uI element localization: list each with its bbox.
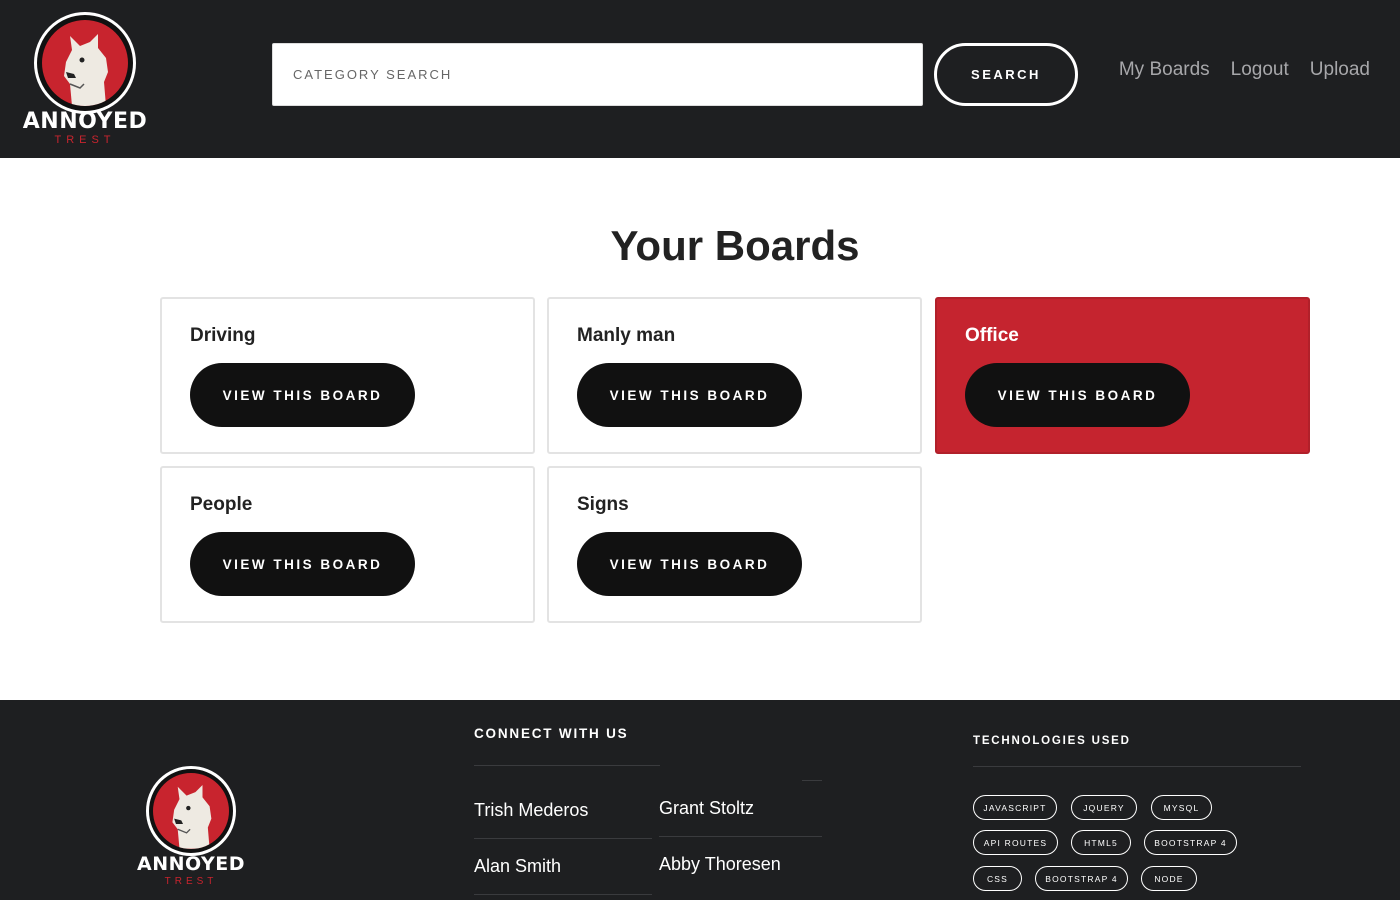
divider — [659, 836, 822, 837]
view-board-button[interactable]: VIEW THIS BOARD — [190, 532, 415, 596]
divider — [973, 766, 1301, 767]
nav-upload[interactable]: Upload — [1310, 59, 1370, 81]
logo-subtext: TREST — [164, 876, 218, 887]
view-board-button[interactable]: VIEW THIS BOARD — [190, 363, 415, 427]
tech-tag: JQUERY — [1071, 795, 1137, 820]
board-title: People — [190, 494, 253, 515]
nav-my-boards[interactable]: My Boards — [1119, 59, 1210, 81]
contact-link[interactable]: Alan Smith — [474, 856, 561, 877]
contact-link[interactable]: Grant Stoltz — [659, 798, 754, 819]
board-card: People VIEW THIS BOARD — [160, 466, 535, 623]
tech-tag: NODE — [1141, 866, 1197, 891]
board-card: Signs VIEW THIS BOARD — [547, 466, 922, 623]
board-title: Office — [965, 325, 1019, 346]
tech-tag: BOOTSTRAP 4 — [1144, 830, 1237, 855]
top-nav: My Boards Logout Upload — [1119, 59, 1370, 81]
site-footer: ANNOYED TREST CONNECT WITH US Trish Mede… — [0, 700, 1400, 900]
tech-tag: API ROUTES — [973, 830, 1058, 855]
contact-link[interactable]: Trish Mederos — [474, 800, 588, 821]
board-title: Signs — [577, 494, 629, 515]
logo-wordmark: ANNOYED — [137, 853, 245, 875]
board-card-active: Office VIEW THIS BOARD — [935, 297, 1310, 454]
board-card: Driving VIEW THIS BOARD — [160, 297, 535, 454]
logo-wordmark: ANNOYED — [22, 109, 148, 134]
site-logo[interactable]: ANNOYED TREST — [20, 12, 150, 146]
dog-badge-icon — [34, 12, 136, 114]
dog-badge-icon — [146, 766, 236, 856]
footer-logo[interactable]: ANNOYED TREST — [133, 766, 249, 888]
board-card: Manly man VIEW THIS BOARD — [547, 297, 922, 454]
technologies-heading: TECHNOLOGIES USED — [973, 735, 1131, 747]
view-board-button[interactable]: VIEW THIS BOARD — [577, 532, 802, 596]
category-search-input[interactable] — [272, 43, 923, 106]
tech-tag: JAVASCRIPT — [973, 795, 1057, 820]
logo-subtext: TREST — [54, 134, 116, 146]
tech-tag: HTML5 — [1071, 830, 1131, 855]
nav-logout[interactable]: Logout — [1231, 59, 1289, 81]
tech-tag: CSS — [973, 866, 1022, 891]
site-header: ANNOYED TREST SEARCH My Boards Logout Up… — [0, 0, 1400, 158]
connect-heading: CONNECT WITH US — [474, 726, 629, 741]
search-button[interactable]: SEARCH — [934, 43, 1078, 106]
tech-tag: BOOTSTRAP 4 — [1035, 866, 1128, 891]
contact-link[interactable]: Abby Thoresen — [659, 854, 781, 875]
divider — [474, 838, 652, 839]
divider — [802, 780, 822, 781]
board-title: Manly man — [577, 325, 676, 346]
page-title: Your Boards — [610, 222, 860, 269]
view-board-button[interactable]: VIEW THIS BOARD — [965, 363, 1190, 427]
divider — [474, 894, 652, 895]
view-board-button[interactable]: VIEW THIS BOARD — [577, 363, 802, 427]
board-title: Driving — [190, 325, 256, 346]
divider — [474, 765, 660, 766]
tech-tag: MYSQL — [1151, 795, 1212, 820]
